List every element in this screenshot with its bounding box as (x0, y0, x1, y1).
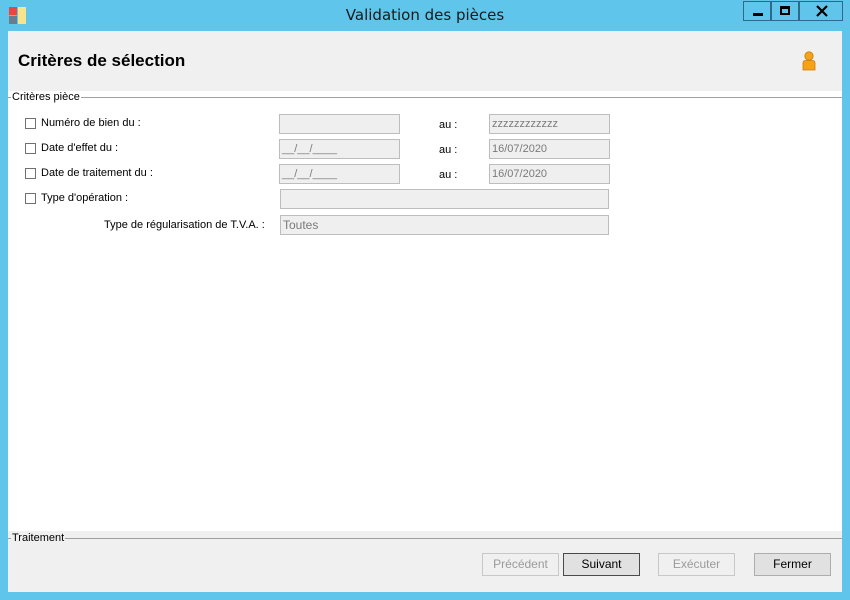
minimize-button[interactable] (743, 1, 771, 21)
close-button[interactable]: Fermer (754, 553, 831, 576)
treatment-group-divider (8, 538, 842, 539)
checkbox-numero-bien[interactable] (25, 118, 36, 129)
checkbox-date-effet[interactable] (25, 143, 36, 154)
execute-button[interactable]: Exécuter (658, 553, 735, 576)
next-button[interactable]: Suivant (563, 553, 640, 576)
date-effet-from-field[interactable]: __/__/____ (279, 139, 400, 159)
title-bar[interactable]: Validation des pièces (0, 0, 850, 31)
type-operation-field[interactable] (280, 189, 609, 209)
numero-bien-to-field[interactable]: zzzzzzzzzzzz (489, 114, 610, 134)
header-area: Critères de sélection (8, 31, 842, 91)
user-icon (802, 51, 816, 71)
criteria-group-divider (8, 97, 842, 98)
label-au-numero-bien: au : (439, 119, 458, 131)
window-client-area: Critères de sélection Critères pièce Num… (8, 31, 842, 592)
close-window-button[interactable] (799, 1, 843, 21)
numero-bien-from-field[interactable] (279, 114, 400, 134)
maximize-button[interactable] (771, 1, 799, 21)
maximize-icon (780, 6, 790, 15)
label-au-date-effet: au : (439, 144, 458, 156)
date-traitement-to-field[interactable]: 16/07/2020 (489, 164, 610, 184)
checkbox-date-traitement[interactable] (25, 168, 36, 179)
previous-button[interactable]: Précédent (482, 553, 559, 576)
page-title: Critères de sélection (18, 51, 186, 70)
label-au-date-traitement: au : (439, 169, 458, 181)
treatment-area: Traitement Précédent Suivant Exécuter Fe… (8, 531, 842, 592)
label-date-effet: Date d'effet du : (41, 142, 119, 154)
treatment-group-label: Traitement (11, 532, 66, 544)
checkbox-type-operation[interactable] (25, 193, 36, 204)
close-icon (816, 5, 828, 17)
minimize-icon (753, 13, 763, 16)
tva-regularisation-select[interactable]: Toutes (280, 215, 609, 235)
label-tva-regularisation: Type de régularisation de T.V.A. : (104, 219, 265, 231)
date-traitement-from-field[interactable]: __/__/____ (279, 164, 400, 184)
criteria-group-label: Critères pièce (11, 91, 81, 103)
window-title: Validation des pièces (345, 6, 505, 24)
label-numero-bien: Numéro de bien du : (41, 117, 141, 129)
application-window: Validation des pièces Critères de sélect… (0, 0, 850, 600)
label-type-operation: Type d'opération : (41, 192, 129, 204)
date-effet-to-field[interactable]: 16/07/2020 (489, 139, 610, 159)
criteria-panel: Critères pièce Numéro de bien du : au : … (8, 91, 842, 531)
label-date-traitement: Date de traitement du : (41, 167, 153, 179)
